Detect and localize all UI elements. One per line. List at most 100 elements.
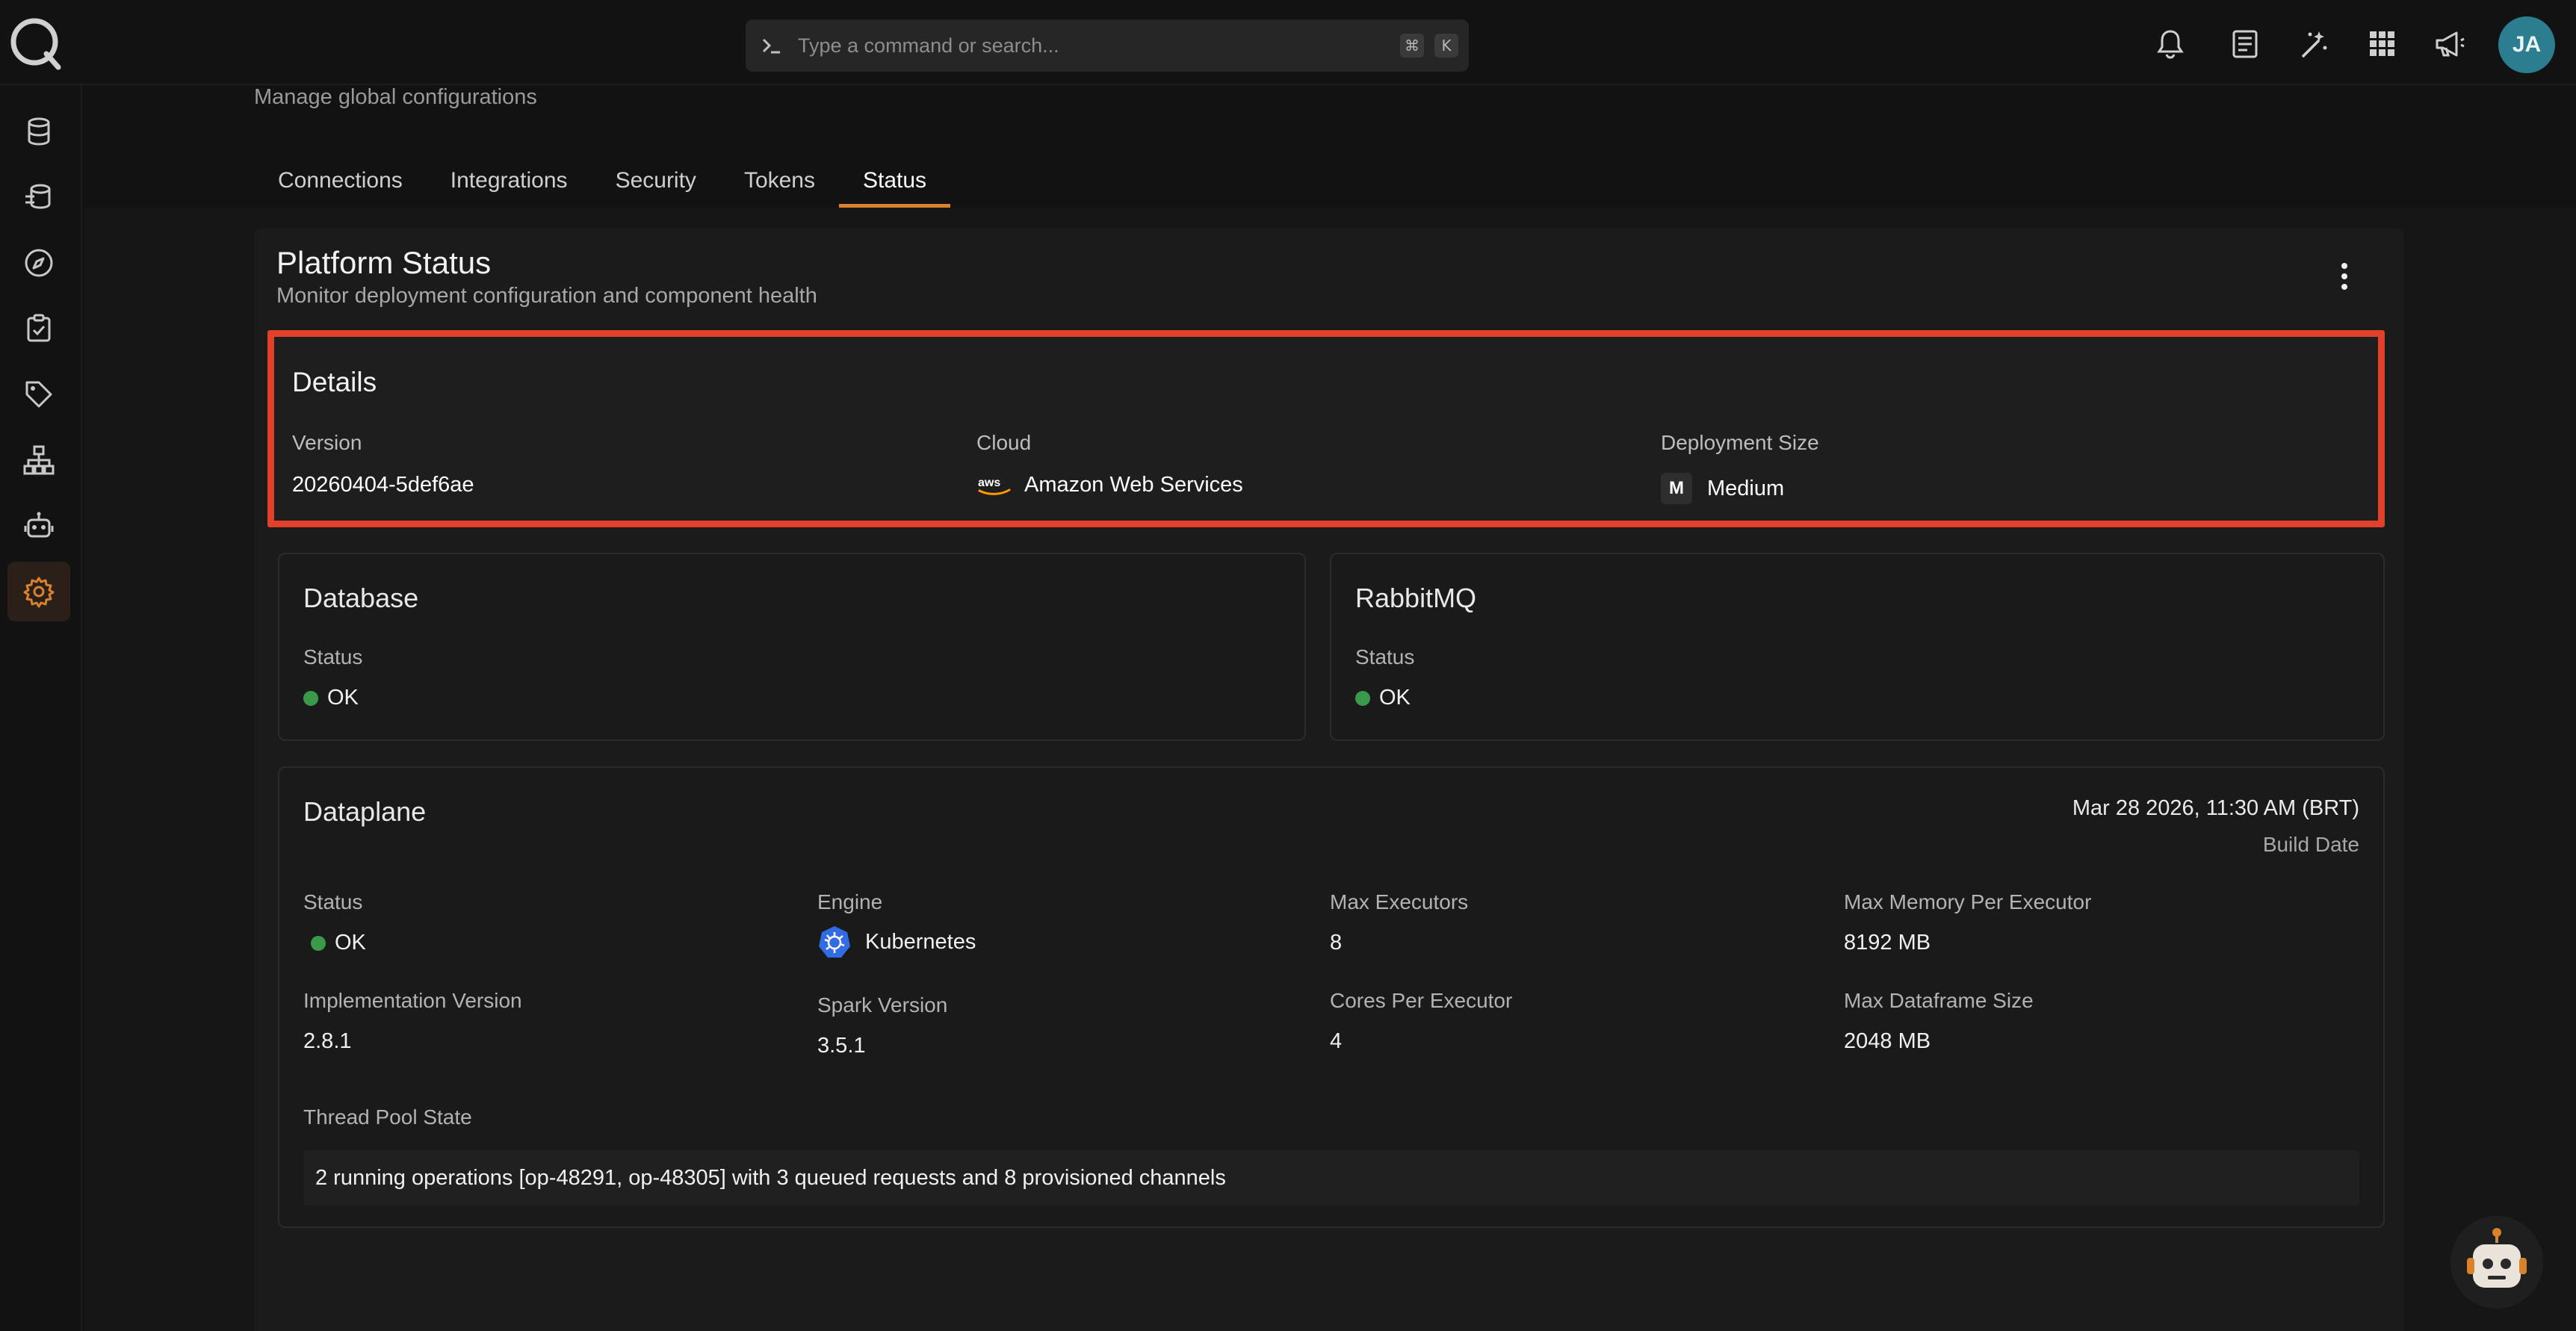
tab-security[interactable]: Security <box>592 158 720 208</box>
top-bar: Type a command or search... ⌘ K JA <box>0 0 2576 85</box>
compass-icon <box>25 249 53 277</box>
spark-version-value: 3.5.1 <box>817 1034 866 1058</box>
main-content: Manage global configurations Connections… <box>84 85 2576 1331</box>
shortcut-k-key: K <box>1434 34 1458 58</box>
version-field: Version 20260404-5def6ae <box>292 431 474 497</box>
terminal-prompt-icon <box>762 38 780 54</box>
checklist-icon <box>27 314 51 342</box>
cloud-label: Cloud <box>976 431 1032 454</box>
max-memory-field: Max Memory Per Executor 8192 MB <box>1844 890 2091 955</box>
max-dataframe-field: Max Dataframe Size 2048 MB <box>1844 989 2034 1054</box>
max-dataframe-label: Max Dataframe Size <box>1844 989 2034 1012</box>
max-dataframe-value: 2048 MB <box>1844 1029 1931 1053</box>
engine-field: Engine Kubernetes <box>817 890 976 959</box>
database-title: Database <box>303 583 419 613</box>
user-avatar[interactable]: JA <box>2498 16 2555 73</box>
details-section: Details Version 20260404-5def6ae Cloud a… <box>267 330 2385 527</box>
rabbitmq-status-value: OK <box>1379 686 1411 710</box>
magic-wand-icon[interactable] <box>2297 27 2331 61</box>
deployment-size-label: Deployment Size <box>1661 431 1819 454</box>
sidebar-item-datasets[interactable] <box>7 167 70 227</box>
status-ok-dot <box>303 690 318 706</box>
status-ok-dot <box>311 935 326 951</box>
details-title: Details <box>292 367 377 397</box>
database-status-value: OK <box>327 686 359 710</box>
cloud-value: Amazon Web Services <box>1024 473 1243 497</box>
sidebar-item-settings[interactable] <box>7 562 70 621</box>
impl-version-field: Implementation Version 2.8.1 <box>303 989 522 1054</box>
sidebar-item-agents[interactable] <box>7 496 70 556</box>
platform-status-title: Platform Status <box>276 245 492 280</box>
search-placeholder: Type a command or search... <box>798 34 1059 57</box>
impl-version-label: Implementation Version <box>303 989 522 1012</box>
dataplane-card: Dataplane Mar 28 2026, 11:30 AM (BRT) Bu… <box>278 766 2385 1228</box>
sidebar-item-tasks[interactable] <box>7 299 70 359</box>
max-executors-value: 8 <box>1330 931 1343 955</box>
impl-version-value: 2.8.1 <box>303 1029 352 1053</box>
sidebar-item-explore[interactable] <box>7 233 70 293</box>
cores-label: Cores Per Executor <box>1330 989 1513 1012</box>
sidebar-item-database[interactable] <box>7 102 70 161</box>
max-memory-label: Max Memory Per Executor <box>1844 890 2092 913</box>
database-icon <box>28 117 50 146</box>
rabbitmq-card: RabbitMQ Status OK <box>1330 553 2385 741</box>
sidebar-item-tags[interactable] <box>7 364 70 424</box>
dataplane-title: Dataplane <box>303 796 427 827</box>
settings-header: Manage global configurations Connections… <box>84 85 2576 208</box>
tab-status[interactable]: Status <box>839 158 951 208</box>
size-badge-icon: M <box>1661 473 1692 504</box>
rabbitmq-title: RabbitMQ <box>1355 583 1477 613</box>
platform-status-panel: Platform Status Monitor deployment confi… <box>254 229 2404 1331</box>
document-icon[interactable] <box>2228 27 2262 61</box>
dataplane-status-value: OK <box>335 931 366 955</box>
max-executors-field: Max Executors 8 <box>1330 890 1468 955</box>
megaphone-icon[interactable] <box>2433 27 2467 61</box>
version-label: Version <box>292 431 362 454</box>
more-options-icon[interactable] <box>2335 260 2353 293</box>
svg-text:aws: aws <box>978 477 1000 489</box>
settings-tabs: Connections Integrations Security Tokens… <box>254 158 951 208</box>
engine-value: Kubernetes <box>865 929 976 954</box>
thread-pool-label: Thread Pool State <box>303 1105 472 1129</box>
engine-label: Engine <box>817 890 883 913</box>
cloud-field: Cloud aws Amazon Web Services <box>976 431 1243 497</box>
tag-icon <box>25 381 52 408</box>
rabbitmq-status-label: Status <box>1355 645 1415 668</box>
database-card: Database Status OK <box>278 553 1306 741</box>
bell-icon[interactable] <box>2153 27 2188 61</box>
app-logo-icon[interactable] <box>7 15 64 72</box>
thread-pool-value: 2 running operations [op-48291, op-48305… <box>303 1150 2359 1206</box>
spark-version-field: Spark Version 3.5.1 <box>817 993 947 1058</box>
platform-status-subtitle: Monitor deployment configuration and com… <box>276 284 817 308</box>
kubernetes-icon <box>819 926 850 958</box>
deployment-size-value: Medium <box>1707 476 1785 500</box>
spark-version-label: Spark Version <box>817 993 948 1017</box>
sidebar <box>0 85 82 1331</box>
dataplane-status-label: Status <box>303 890 363 913</box>
cores-field: Cores Per Executor 4 <box>1330 989 1512 1054</box>
build-date: Mar 28 2026, 11:30 AM (BRT) Build Date <box>2072 796 2359 857</box>
max-memory-value: 8192 MB <box>1844 931 1931 955</box>
max-executors-label: Max Executors <box>1330 890 1469 913</box>
command-search-input[interactable]: Type a command or search... ⌘ K <box>746 19 1469 72</box>
aws-logo-icon: aws <box>978 477 1011 495</box>
build-date-value: Mar 28 2026, 11:30 AM (BRT) <box>2072 796 2359 820</box>
gear-icon <box>23 577 55 608</box>
database-status-label: Status <box>303 645 363 668</box>
dataplane-status-field: Status OK <box>303 890 366 955</box>
datasets-icon <box>25 184 51 209</box>
tab-tokens[interactable]: Tokens <box>720 158 839 208</box>
sidebar-item-lineage[interactable] <box>7 430 70 490</box>
assistant-robot-icon[interactable] <box>2450 1216 2543 1309</box>
version-value: 20260404-5def6ae <box>292 473 474 497</box>
shortcut-cmd-key: ⌘ <box>1400 34 1424 58</box>
deployment-size-field: Deployment Size M Medium <box>1661 431 1819 504</box>
cores-value: 4 <box>1330 1029 1343 1053</box>
robot-icon <box>24 512 54 538</box>
apps-grid-icon[interactable] <box>2365 27 2400 61</box>
hierarchy-icon <box>23 445 55 475</box>
build-date-label: Build Date <box>2262 833 2359 856</box>
tab-connections[interactable]: Connections <box>254 158 427 208</box>
status-ok-dot <box>1355 690 1370 706</box>
tab-integrations[interactable]: Integrations <box>427 158 592 208</box>
